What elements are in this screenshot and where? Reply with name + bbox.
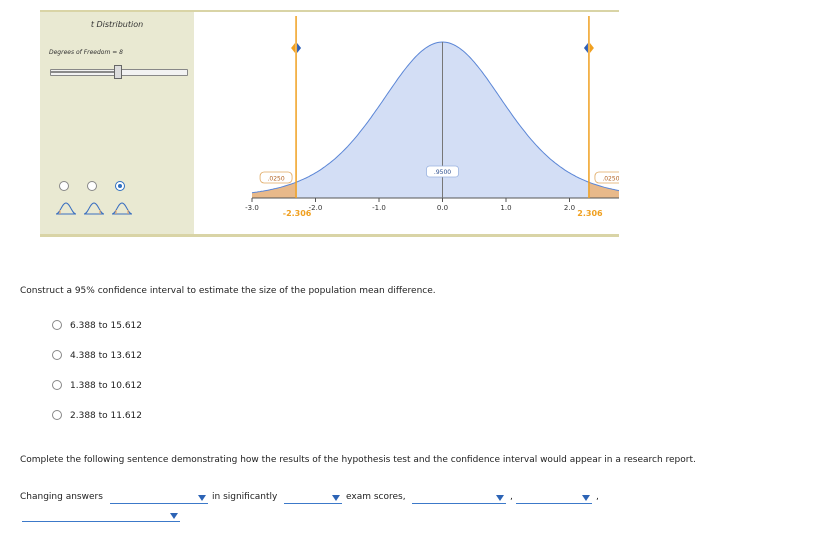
two-tail-icon[interactable] xyxy=(111,201,133,215)
answer-option-4-radio[interactable] xyxy=(52,410,62,420)
answer-option-4-label: 2.388 to 11.612 xyxy=(70,411,143,421)
chevron-down-icon xyxy=(198,495,206,501)
degrees-of-freedom-label: Degrees of Freedom = 8 xyxy=(49,49,123,56)
question2-prompt: Complete the following sentence demonstr… xyxy=(20,455,696,465)
answer-option-2-label: 4.388 to 13.612 xyxy=(70,351,143,361)
sentence-dropdown-5[interactable] xyxy=(22,509,180,522)
left-tail-radio[interactable] xyxy=(59,181,69,191)
x-tick-label: 2.0 xyxy=(564,204,575,212)
t-distribution-widget: t Distribution Degrees of Freedom = 8 -3… xyxy=(40,10,619,238)
distribution-control-panel: t Distribution Degrees of Freedom = 8 xyxy=(40,12,194,234)
x-tick-label: -1.0 xyxy=(372,204,386,212)
middle-area-label: .9500 xyxy=(434,169,451,176)
sentence-part-changing-answers: Changing answers xyxy=(20,492,103,502)
chevron-down-icon xyxy=(170,513,178,519)
answer-option-3-label: 1.388 to 10.612 xyxy=(70,381,143,391)
x-tick-label: -3.0 xyxy=(245,204,259,212)
two-tail-radio[interactable] xyxy=(115,181,125,191)
x-tick-label: 1.0 xyxy=(500,204,511,212)
critical-value-label: 2.306 xyxy=(577,209,603,218)
critical-handle-left-icon[interactable] xyxy=(291,43,296,53)
left-tail-icon[interactable] xyxy=(55,201,77,215)
panel-title: t Distribution xyxy=(90,20,144,29)
critical-handle-left-icon[interactable] xyxy=(583,43,588,53)
question1-prompt: Construct a 95% confidence interval to e… xyxy=(20,286,436,296)
critical-value-label: -2.306 xyxy=(283,209,312,218)
chevron-down-icon xyxy=(332,495,340,501)
chevron-down-icon xyxy=(496,495,504,501)
widget-bottom-border xyxy=(40,234,619,237)
answer-option-1-radio[interactable] xyxy=(52,320,62,330)
sentence-part-exam-scores: exam scores, xyxy=(346,492,406,502)
answer-option-2-radio[interactable] xyxy=(52,350,62,360)
right-tail-radio[interactable] xyxy=(87,181,97,191)
sentence-dropdown-2[interactable] xyxy=(284,491,342,504)
answer-option-1-label: 6.388 to 15.612 xyxy=(70,321,143,331)
sentence-dropdown-1[interactable] xyxy=(110,491,208,504)
sentence-part-in-significantly: in significantly xyxy=(212,492,278,502)
right-tail-icon[interactable] xyxy=(83,201,105,215)
sentence-dropdown-4[interactable] xyxy=(516,491,592,504)
chevron-down-icon xyxy=(582,495,590,501)
sentence-part-comma-2: , xyxy=(596,492,599,502)
x-tick-label: 0.0 xyxy=(437,204,448,212)
dof-slider-fill xyxy=(51,71,117,73)
critical-handle-right-icon[interactable] xyxy=(589,43,594,53)
answer-option-3-radio[interactable] xyxy=(52,380,62,390)
critical-handle-right-icon[interactable] xyxy=(297,43,302,53)
right-tail-area-region xyxy=(588,182,619,198)
dof-slider-thumb[interactable] xyxy=(114,65,122,79)
right-tail-area-label: .0250 xyxy=(602,176,619,183)
sentence-part-comma-1: , xyxy=(510,492,513,502)
left-tail-area-label: .0250 xyxy=(267,176,284,183)
sentence-dropdown-3[interactable] xyxy=(412,491,506,504)
t-distribution-plot: -3.0-2.0-1.00.01.02.03.0x-2.3062.306.025… xyxy=(245,16,619,218)
